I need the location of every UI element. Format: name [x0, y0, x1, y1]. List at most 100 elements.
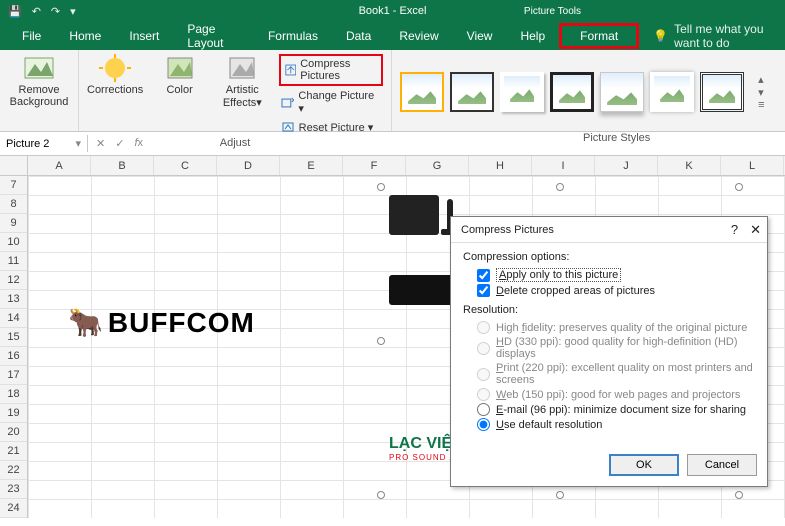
row-header[interactable]: 20: [0, 423, 27, 442]
delete-cropped-checkbox[interactable]: [477, 284, 490, 297]
res-web-radio[interactable]: [477, 388, 490, 401]
row-header[interactable]: 13: [0, 290, 27, 309]
tell-me-search[interactable]: 💡 Tell me what you want to do: [653, 22, 785, 50]
picture-style-thumb-1[interactable]: [400, 72, 444, 112]
picture-style-thumb-6[interactable]: [650, 72, 694, 112]
res-hifi-radio-row[interactable]: High fidelity: preserves quality of the …: [463, 320, 755, 335]
artistic-effects-button[interactable]: Artistic Effects▾: [216, 54, 269, 109]
corrections-button[interactable]: Corrections: [87, 54, 143, 96]
gallery-expand-icon[interactable]: ≡: [758, 99, 764, 111]
picture-style-thumb-4[interactable]: [550, 72, 594, 112]
tell-me-placeholder: Tell me what you want to do: [674, 22, 785, 50]
dialog-close-icon[interactable]: ✕: [750, 222, 761, 238]
apply-only-checkbox-row[interactable]: Apply only to this picture: [463, 267, 755, 283]
row-header[interactable]: 8: [0, 195, 27, 214]
col-header[interactable]: E: [280, 156, 343, 175]
name-box-value: Picture 2: [6, 138, 49, 150]
res-print-radio-row[interactable]: Print (220 ppi): excellent quality on mo…: [463, 361, 755, 387]
row-header[interactable]: 15: [0, 328, 27, 347]
res-hifi-label: High fidelity: preserves quality of the …: [496, 322, 747, 334]
row-header[interactable]: 9: [0, 214, 27, 233]
row-header[interactable]: 23: [0, 480, 27, 499]
color-label: Color: [166, 84, 192, 96]
row-header[interactable]: 7: [0, 176, 27, 195]
tab-data[interactable]: Data: [332, 23, 385, 49]
change-picture-button[interactable]: Change Picture ▾: [279, 89, 383, 116]
watermark-logo: 🐂BUFFCOM: [68, 306, 255, 339]
row-header[interactable]: 11: [0, 252, 27, 271]
picture-style-thumb-5[interactable]: [600, 72, 644, 112]
remove-background-button[interactable]: Remove Background: [8, 54, 70, 108]
delete-cropped-checkbox-row[interactable]: Delete cropped areas of pictures: [463, 283, 755, 298]
col-header[interactable]: B: [91, 156, 154, 175]
dialog-titlebar[interactable]: Compress Pictures ? ✕: [451, 217, 767, 243]
color-button[interactable]: Color: [153, 54, 206, 96]
col-header[interactable]: F: [343, 156, 406, 175]
fx-icon[interactable]: fx: [134, 137, 143, 150]
col-header[interactable]: K: [658, 156, 721, 175]
res-hifi-radio[interactable]: [477, 321, 490, 334]
compress-pictures-button[interactable]: Compress Pictures: [279, 54, 383, 86]
apply-only-checkbox[interactable]: [477, 269, 490, 282]
artistic-effects-icon: [226, 54, 258, 82]
res-default-label: Use default resolution: [496, 419, 602, 431]
redo-icon[interactable]: ↷: [51, 5, 60, 18]
tab-format[interactable]: Format: [559, 23, 639, 49]
col-header[interactable]: C: [154, 156, 217, 175]
picture-styles-gallery[interactable]: [400, 72, 744, 112]
name-box-dropdown-icon[interactable]: ▾: [75, 137, 81, 150]
res-email-label: E-mail (96 ppi): minimize document size …: [496, 404, 746, 416]
tab-help[interactable]: Help: [506, 23, 559, 49]
ok-button[interactable]: OK: [609, 454, 679, 476]
res-web-radio-row[interactable]: Web (150 ppi): good for web pages and pr…: [463, 387, 755, 402]
tab-home[interactable]: Home: [55, 23, 115, 49]
res-hd-radio[interactable]: [477, 342, 490, 355]
row-header[interactable]: 10: [0, 233, 27, 252]
ribbon-tabs: File Home Insert Page Layout Formulas Da…: [0, 22, 785, 50]
row-header[interactable]: 21: [0, 442, 27, 461]
dialog-help-icon[interactable]: ?: [731, 222, 738, 238]
row-header[interactable]: 18: [0, 385, 27, 404]
col-header[interactable]: G: [406, 156, 469, 175]
col-header[interactable]: L: [721, 156, 784, 175]
row-header[interactable]: 12: [0, 271, 27, 290]
col-header[interactable]: D: [217, 156, 280, 175]
picture-style-thumb-7[interactable]: [700, 72, 744, 112]
row-header[interactable]: 16: [0, 347, 27, 366]
col-header[interactable]: A: [28, 156, 91, 175]
picture-style-thumb-3[interactable]: [500, 72, 544, 112]
row-header[interactable]: 22: [0, 461, 27, 480]
enter-formula-icon[interactable]: ✓: [115, 137, 124, 150]
undo-icon[interactable]: ↶: [32, 5, 41, 18]
row-header[interactable]: 17: [0, 366, 27, 385]
res-default-radio[interactable]: [477, 418, 490, 431]
res-print-radio[interactable]: [477, 368, 490, 381]
res-email-radio-row[interactable]: E-mail (96 ppi): minimize document size …: [463, 402, 755, 417]
save-icon[interactable]: 💾: [8, 5, 22, 18]
row-header[interactable]: 24: [0, 499, 27, 518]
picture-styles-group-label: Picture Styles: [400, 130, 785, 144]
row-header[interactable]: 14: [0, 309, 27, 328]
col-header[interactable]: J: [595, 156, 658, 175]
tab-formulas[interactable]: Formulas: [254, 23, 332, 49]
gallery-scroll-down-icon[interactable]: ▾: [758, 86, 764, 99]
tab-view[interactable]: View: [453, 23, 507, 49]
tab-review[interactable]: Review: [385, 23, 452, 49]
qat-dropdown-icon[interactable]: ▾: [70, 5, 76, 18]
corrections-label: Corrections: [87, 84, 143, 96]
tab-file[interactable]: File: [8, 23, 55, 49]
row-header[interactable]: 19: [0, 404, 27, 423]
res-email-radio[interactable]: [477, 403, 490, 416]
col-header[interactable]: H: [469, 156, 532, 175]
picture-style-thumb-2[interactable]: [450, 72, 494, 112]
cancel-button[interactable]: Cancel: [687, 454, 757, 476]
select-all-corner[interactable]: [0, 156, 28, 175]
name-box[interactable]: Picture 2 ▾: [0, 135, 88, 152]
reset-picture-button[interactable]: Reset Picture ▾: [279, 119, 383, 135]
cancel-formula-icon[interactable]: ✕: [96, 137, 105, 150]
gallery-scroll-up-icon[interactable]: ▴: [758, 73, 764, 86]
res-default-radio-row[interactable]: Use default resolution: [463, 417, 755, 432]
col-header[interactable]: I: [532, 156, 595, 175]
tab-insert[interactable]: Insert: [115, 23, 173, 49]
res-hd-radio-row[interactable]: HD (330 ppi): good quality for high-defi…: [463, 335, 755, 361]
